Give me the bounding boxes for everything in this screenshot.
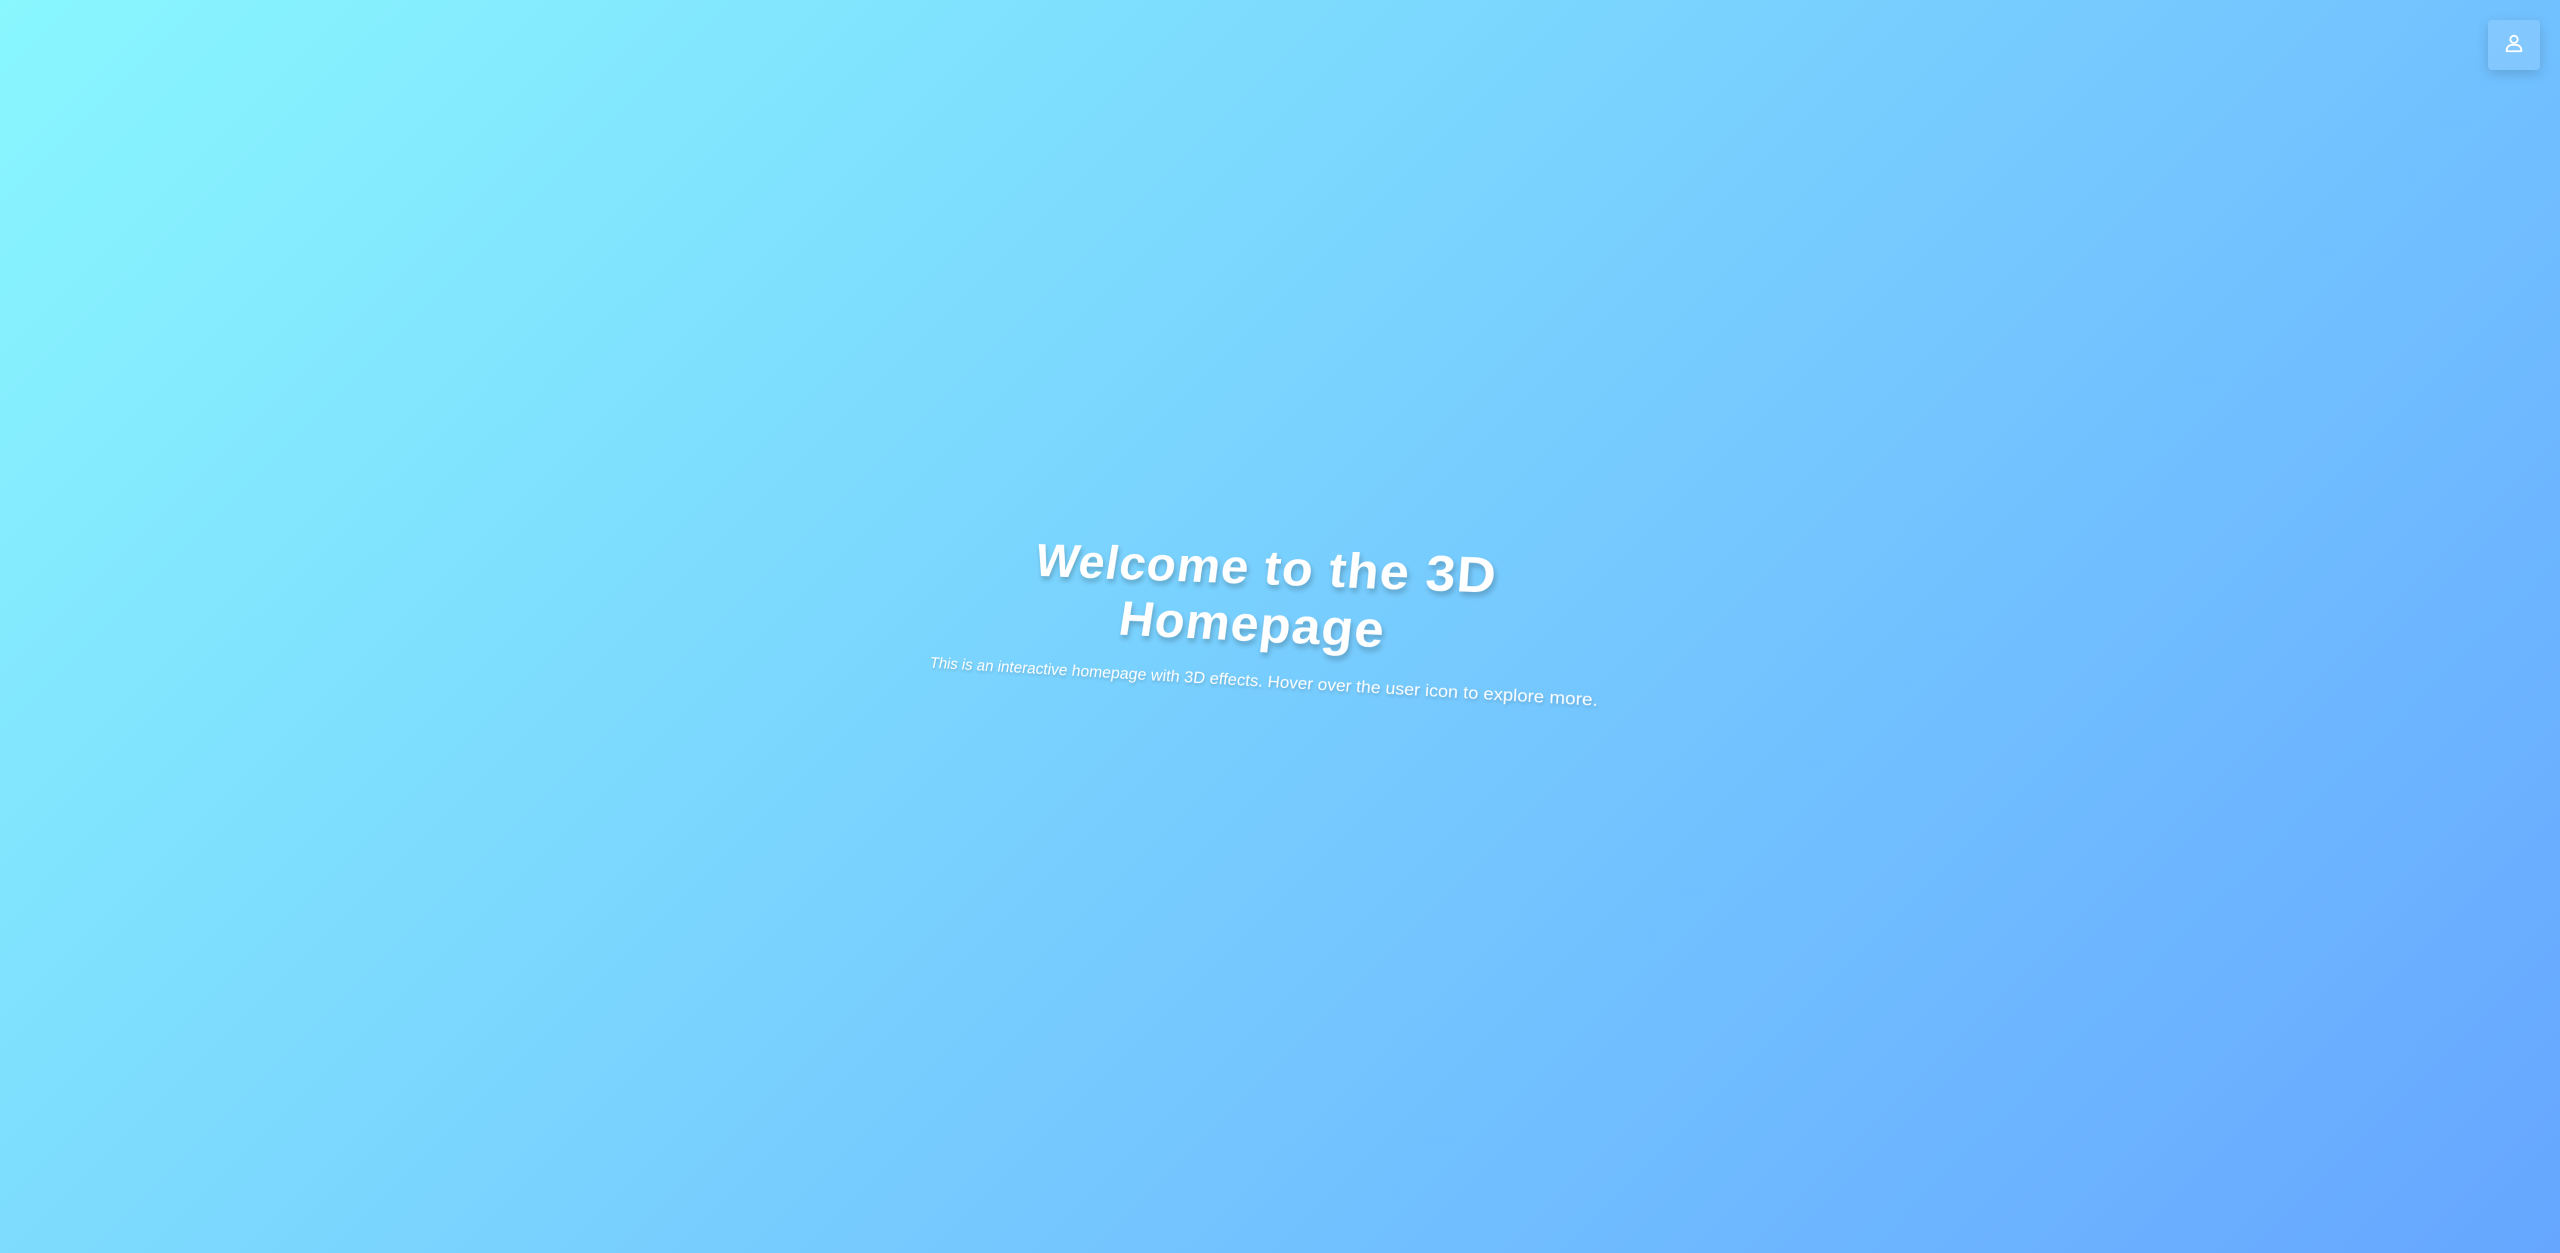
hero-title: Welcome to the 3D Homepage bbox=[1031, 535, 1499, 660]
hero-section: Welcome to the 3D Homepage This is an in… bbox=[902, 531, 1638, 713]
hero-stage: Welcome to the 3D Homepage This is an in… bbox=[0, 0, 2560, 1253]
